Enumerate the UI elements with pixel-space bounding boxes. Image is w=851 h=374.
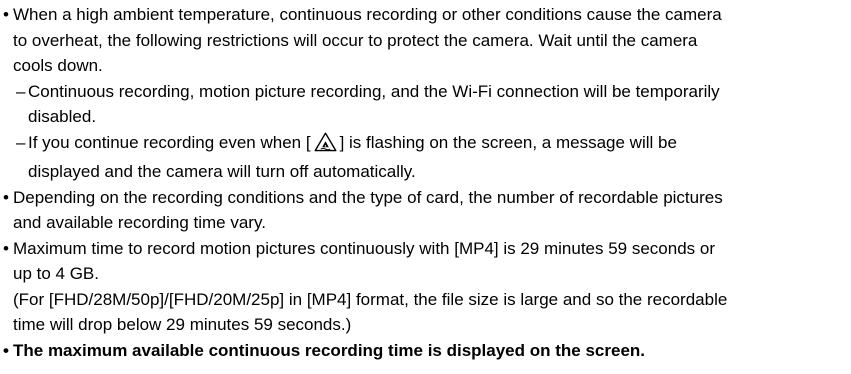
maxtime-line-1: Maximum time to record motion pictures c… xyxy=(13,238,716,258)
bullet-max-time: • Maximum time to record motion pictures… xyxy=(0,236,851,262)
bullet-marker: • xyxy=(3,5,9,24)
sub1-line-2: disabled. xyxy=(28,107,97,126)
bullet-bold-note: • The maximum available continuous recor… xyxy=(0,338,851,364)
note-line-2: time will drop below 29 minutes 59 secon… xyxy=(13,315,352,334)
sub2-continuation: displayed and the camera will turn off a… xyxy=(0,159,851,185)
conditions-line-1: Depending on the recording conditions an… xyxy=(13,187,723,207)
sub-item-warning-icon: – If you continue recording even when []… xyxy=(0,130,851,160)
bullet-overheat: • When a high ambient temperature, conti… xyxy=(0,2,851,28)
sub2-line-1: If you continue recording even when [ ] i… xyxy=(0,130,851,160)
sub-item-disabled-functions: – Continuous recording, motion picture r… xyxy=(0,79,851,105)
note-line-1: (For [FHD/28M/50p]/[FHD/20M/25p] in [MP4… xyxy=(13,289,728,309)
document-body: • When a high ambient temperature, conti… xyxy=(0,0,851,363)
overheat-warning-icon xyxy=(314,132,337,160)
overheat-line-3: cools down. xyxy=(13,56,103,75)
bullet-recording-conditions: • Depending on the recording conditions … xyxy=(0,185,851,211)
dash-marker: – xyxy=(16,132,26,152)
bold-note-text: The maximum available continuous recordi… xyxy=(13,340,646,360)
maxtime-line-2: up to 4 GB. xyxy=(13,264,99,283)
bullet-marker: • xyxy=(3,187,9,207)
conditions-line-2: and available recording time vary. xyxy=(13,213,266,232)
sub1-line-1: Continuous recording, motion picture rec… xyxy=(28,81,720,101)
overheat-line-1: When a high ambient temperature, continu… xyxy=(13,5,722,24)
overheat-line-2: to overheat, the following restrictions … xyxy=(13,30,698,50)
bullet-marker: • xyxy=(3,340,9,360)
sub2-line-2: displayed and the camera will turn off a… xyxy=(28,162,416,181)
sub2-line-1-before: If you continue recording even when [ xyxy=(28,132,311,152)
bullet-marker: • xyxy=(3,238,9,258)
sub1-continuation: disabled. xyxy=(0,104,851,130)
sub2-line-1-after: ] is flashing on the screen, a message w… xyxy=(339,132,677,152)
dash-marker: – xyxy=(16,81,26,101)
